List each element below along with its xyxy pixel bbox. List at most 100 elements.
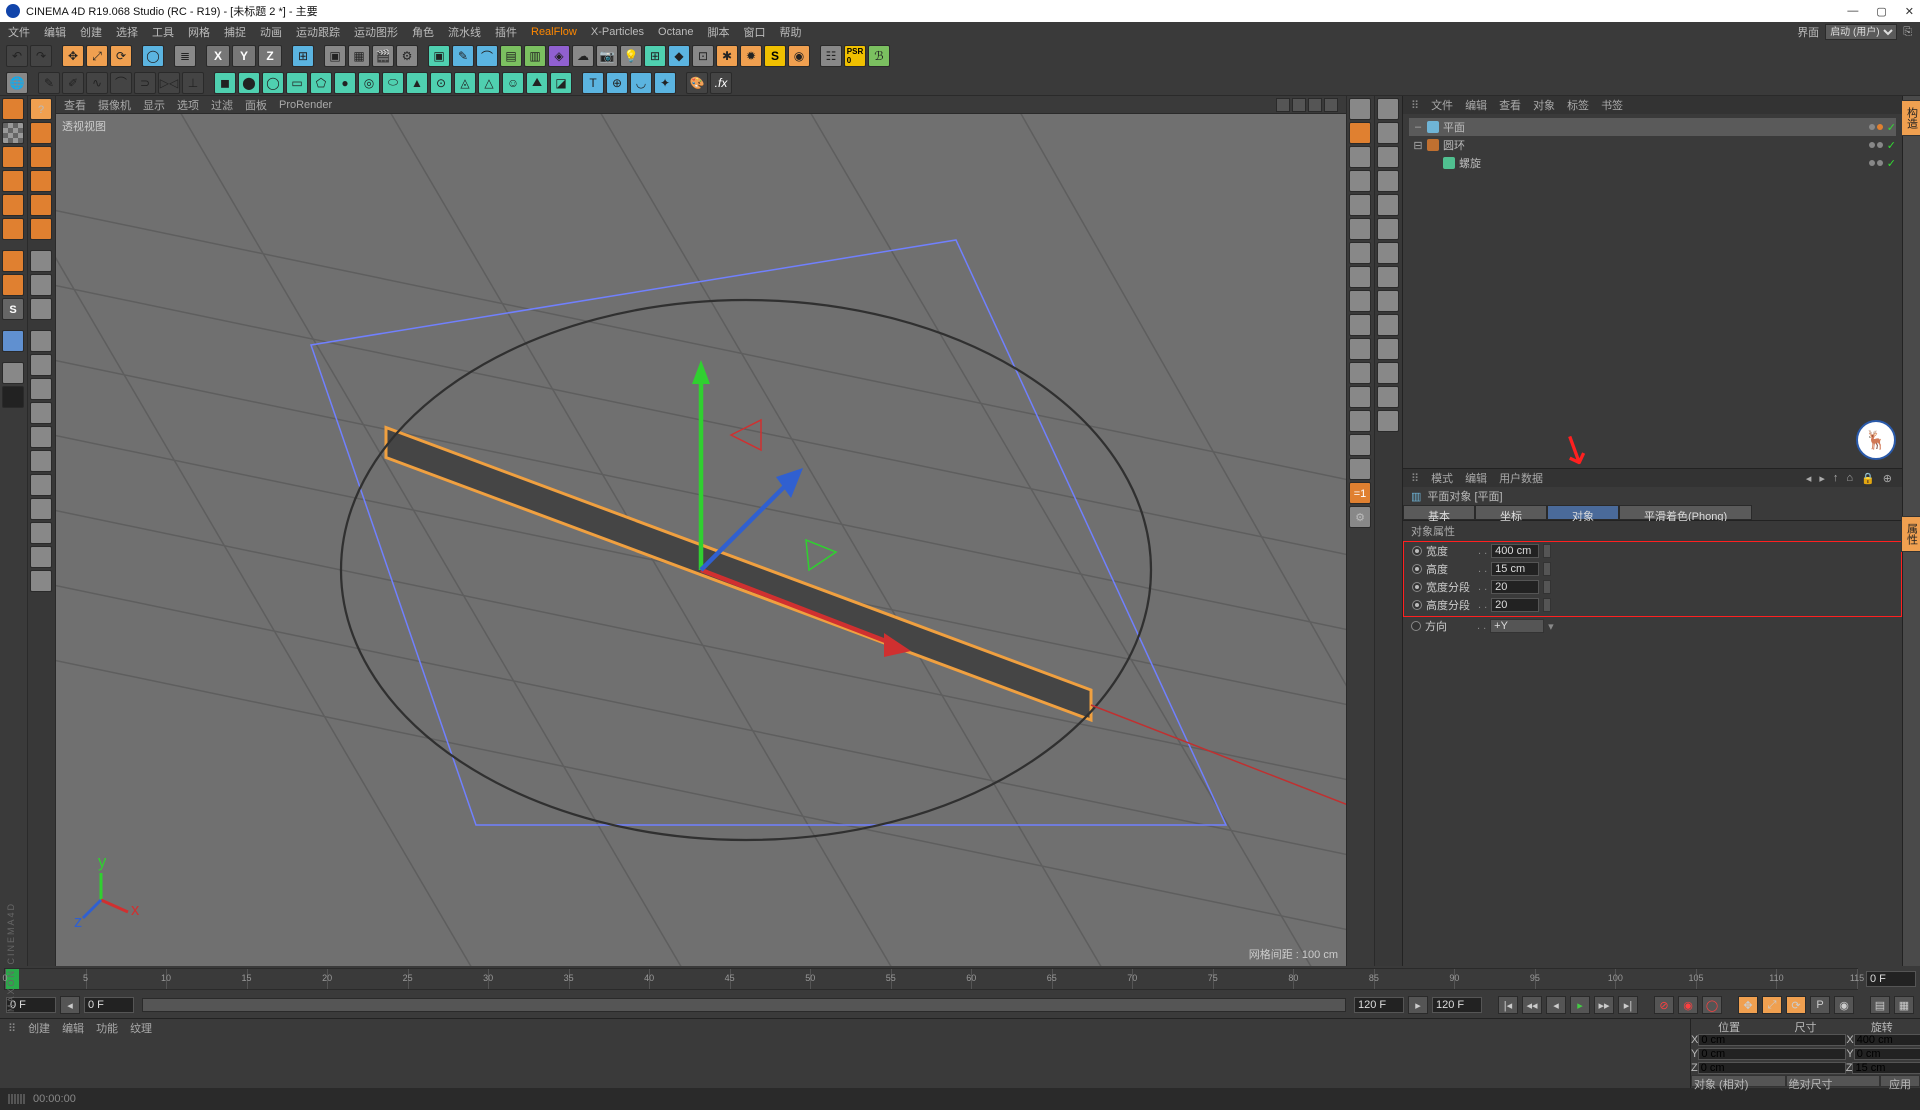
tree-toggle[interactable]: – xyxy=(1413,121,1423,133)
k-pla[interactable]: ◉ xyxy=(1834,996,1854,1014)
menu-animate[interactable]: 动画 xyxy=(260,24,282,40)
vp-panel[interactable]: 面板 xyxy=(245,97,267,113)
prop-radio[interactable] xyxy=(1412,564,1422,574)
attr-lock[interactable]: 🔒 xyxy=(1861,472,1877,485)
rt2-6[interactable] xyxy=(1377,218,1399,240)
menu-pipeline[interactable]: 流水线 xyxy=(448,24,481,40)
menu-plugins[interactable]: 插件 xyxy=(495,24,517,40)
menu-edit[interactable]: 编辑 xyxy=(44,24,66,40)
step-back[interactable]: ◂◂ xyxy=(1522,996,1542,1014)
rt2-12[interactable] xyxy=(1377,362,1399,384)
spline-text[interactable]: T xyxy=(582,72,604,94)
spline-arc2[interactable]: ◡ xyxy=(630,72,652,94)
tree-row-螺旋[interactable]: 螺旋✓ xyxy=(1409,154,1896,172)
t2-arc[interactable]: ⌒ xyxy=(110,72,132,94)
prim-tet[interactable]: △ xyxy=(478,72,500,94)
t2-sketch[interactable]: ✐ xyxy=(62,72,84,94)
render-pv[interactable]: 🎬 xyxy=(372,45,394,67)
spline-arc[interactable]: ⌒ xyxy=(476,45,498,67)
lock-mode[interactable] xyxy=(2,362,24,384)
om-file[interactable]: 文件 xyxy=(1431,97,1453,113)
rt-16[interactable] xyxy=(1349,458,1371,480)
mograph-cloner[interactable]: ⊞ xyxy=(644,45,666,67)
lt-grid10[interactable] xyxy=(30,546,52,568)
lock-z[interactable]: Z xyxy=(258,45,282,67)
prim-rel[interactable]: ◪ xyxy=(550,72,572,94)
prim-land[interactable]: ⛰ xyxy=(526,72,548,94)
prim-plane[interactable]: ▭ xyxy=(286,72,308,94)
prim-poly[interactable]: ⬠ xyxy=(310,72,332,94)
attr-pin[interactable]: ⌂ xyxy=(1846,472,1855,485)
menu-window[interactable]: 窗口 xyxy=(744,24,766,40)
t2-mirror[interactable]: ▷◁ xyxy=(158,72,180,94)
mouse-mode[interactable] xyxy=(2,274,24,296)
timeline-ruler[interactable]: 0510152025303540455055606570758085909510… xyxy=(4,968,1858,990)
rt-15[interactable] xyxy=(1349,434,1371,456)
lock-x[interactable]: X xyxy=(206,45,230,67)
attr-up[interactable]: ↑ xyxy=(1833,472,1841,485)
content-browser[interactable]: ☷ xyxy=(820,45,842,67)
attr-prev[interactable]: ◂ xyxy=(1806,472,1814,485)
tag-button[interactable]: ⊡ xyxy=(692,45,714,67)
rt-1[interactable] xyxy=(1349,98,1371,120)
rt-7[interactable] xyxy=(1349,242,1371,264)
rt2-10[interactable] xyxy=(1377,314,1399,336)
prop-value-宽度分段[interactable] xyxy=(1491,580,1539,594)
rt-8[interactable] xyxy=(1349,266,1371,288)
redo-button[interactable]: ↷ xyxy=(30,45,52,67)
close-button[interactable]: ✕ xyxy=(1905,5,1914,18)
rotate-tool[interactable]: ⟳ xyxy=(110,45,132,67)
lt-grid7[interactable] xyxy=(30,474,52,496)
render-settings[interactable]: ⚙ xyxy=(396,45,418,67)
prim-cylinder[interactable]: ⬤ xyxy=(238,72,260,94)
rt2-9[interactable] xyxy=(1377,290,1399,312)
render-region[interactable]: ▦ xyxy=(348,45,370,67)
goto-end[interactable]: ▸| xyxy=(1618,996,1638,1014)
attr-mode[interactable]: 模式 xyxy=(1431,470,1453,486)
rt2-11[interactable] xyxy=(1377,338,1399,360)
prop-value-宽度[interactable] xyxy=(1491,544,1539,558)
vp-disp[interactable]: 显示 xyxy=(143,97,165,113)
rt2-3[interactable] xyxy=(1377,146,1399,168)
menu-select[interactable]: 选择 xyxy=(116,24,138,40)
rt-12[interactable] xyxy=(1349,362,1371,384)
prop-radio[interactable] xyxy=(1412,600,1422,610)
lt-pick[interactable] xyxy=(30,218,52,240)
visibility-toggles[interactable]: ✓ xyxy=(1869,139,1896,152)
move-tool[interactable]: ✥ xyxy=(62,45,84,67)
tl-opt1[interactable]: ▤ xyxy=(1870,996,1890,1014)
mm-create[interactable]: 创建 xyxy=(28,1020,50,1036)
prim-capsule[interactable]: ⬭ xyxy=(382,72,404,94)
prop-radio[interactable] xyxy=(1412,582,1422,592)
live-selection[interactable]: ◯ xyxy=(142,45,164,67)
rt-4[interactable] xyxy=(1349,170,1371,192)
xp-button[interactable]: ✱ xyxy=(716,45,738,67)
rt-9[interactable] xyxy=(1349,290,1371,312)
fx-button[interactable]: .fx xyxy=(710,72,732,94)
play-back[interactable]: ◂ xyxy=(1546,996,1566,1014)
play-fwd[interactable]: ▸ xyxy=(1570,996,1590,1014)
s-button[interactable]: S xyxy=(764,45,786,67)
lt-move[interactable] xyxy=(30,122,52,144)
orient-radio[interactable] xyxy=(1411,621,1421,631)
rt2-2[interactable] xyxy=(1377,122,1399,144)
goto-start[interactable]: |◂ xyxy=(1498,996,1518,1014)
om-view[interactable]: 查看 xyxy=(1499,97,1521,113)
orient-select[interactable]: +Y xyxy=(1490,619,1544,633)
prim-fig[interactable]: ☺ xyxy=(502,72,524,94)
vp-nav4[interactable] xyxy=(1324,98,1338,112)
menu-file[interactable]: 文件 xyxy=(8,24,30,40)
autokey[interactable]: ◉ xyxy=(1678,996,1698,1014)
lt-grid4[interactable] xyxy=(30,402,52,424)
menu-script[interactable]: 脚本 xyxy=(708,24,730,40)
deformer[interactable]: ◈ xyxy=(548,45,570,67)
prop-spinner[interactable] xyxy=(1543,580,1551,594)
om-edit[interactable]: 编辑 xyxy=(1465,97,1487,113)
menu-character[interactable]: 角色 xyxy=(412,24,434,40)
s-mode[interactable]: S xyxy=(2,298,24,320)
prim-tube[interactable]: ⊙ xyxy=(430,72,452,94)
t2-smooth[interactable]: ∿ xyxy=(86,72,108,94)
environment[interactable]: ☁ xyxy=(572,45,594,67)
rt-5[interactable] xyxy=(1349,194,1371,216)
history-tool[interactable]: ≣ xyxy=(174,45,196,67)
